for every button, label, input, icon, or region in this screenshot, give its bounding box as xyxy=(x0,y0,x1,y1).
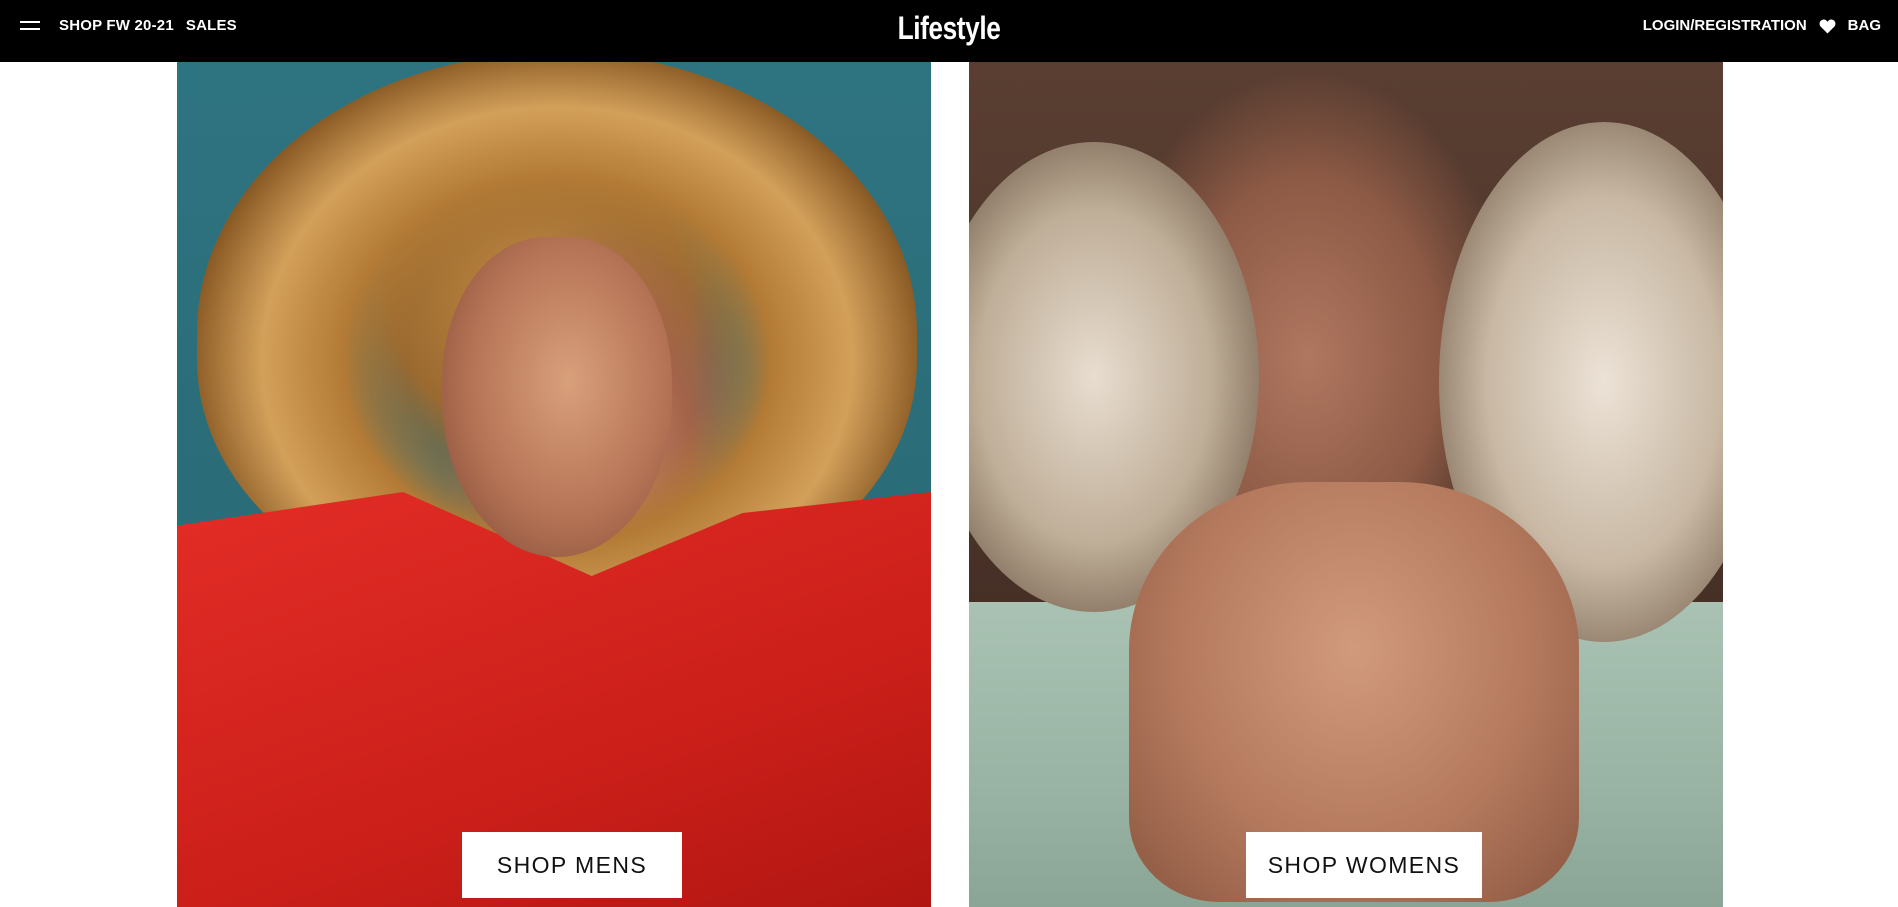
brand-logo[interactable]: Lifestyle xyxy=(171,10,1727,47)
womens-hero-image[interactable] xyxy=(969,62,1723,907)
shop-womens-button[interactable]: SHOP WOMENS xyxy=(1246,832,1482,898)
account-nav: LOGIN/REGISTRATION BAG xyxy=(1643,17,1881,34)
shop-mens-button[interactable]: SHOP MENS xyxy=(462,832,682,898)
menu-icon[interactable] xyxy=(20,19,42,31)
mens-hero-image[interactable] xyxy=(177,62,931,907)
site-header: SHOP FW 20-21 SALES Lifestyle LOGIN/REGI… xyxy=(0,0,1898,62)
nav-shop-fw-20-21[interactable]: SHOP FW 20-21 xyxy=(59,17,174,34)
bag-link[interactable]: BAG xyxy=(1848,17,1881,34)
heart-icon[interactable] xyxy=(1819,18,1836,34)
login-registration-link[interactable]: LOGIN/REGISTRATION xyxy=(1643,17,1807,34)
mens-model-face xyxy=(442,237,672,557)
